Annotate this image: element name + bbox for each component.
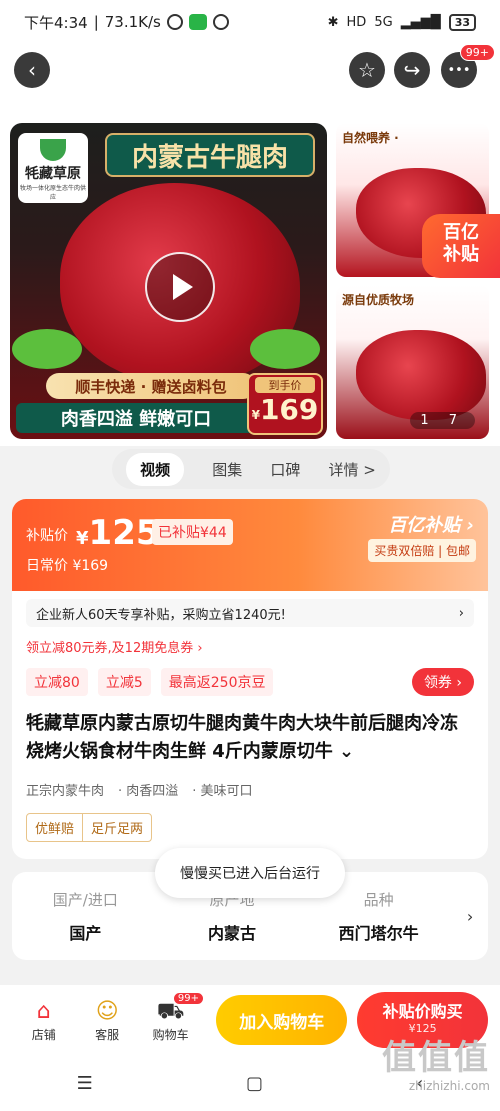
brand-name: 牦藏草原 xyxy=(25,166,81,182)
tab-reviews[interactable]: 口碑 xyxy=(270,459,300,480)
signal-label: 5G xyxy=(374,14,393,30)
battery-icon: 33 xyxy=(448,13,476,31)
tab-gallery[interactable]: 图集 xyxy=(212,459,242,480)
attribute-value: 国产 xyxy=(69,923,102,943)
favorite-button[interactable]: ☆ xyxy=(349,52,385,88)
toast-message: 慢慢买已进入后台运行 xyxy=(155,848,345,898)
product-tags: 正宗内蒙牛肉 · 肉香四溢 · 美味可口 xyxy=(26,780,474,799)
price-card: 补贴价 ¥125 已补贴¥44 日常价 ¥169 百亿补贴 › 买贵双倍赔 | … xyxy=(12,499,488,859)
thumbnail-image-2[interactable]: 源自优质牧场 1 7 xyxy=(336,285,489,439)
watermark: 值值值 zhizhizhi.com xyxy=(382,1038,490,1093)
chevron-right-icon: › xyxy=(458,605,464,621)
customer-service-button[interactable]: ☺ 客服 xyxy=(75,998,138,1043)
store-button[interactable]: ⌂ 店铺 xyxy=(12,998,75,1043)
top-nav: ‹ ☆ ↪ ••• 99+ xyxy=(0,44,500,114)
image-price-tag: 到手价 ¥169 xyxy=(247,373,323,435)
subsidy-price-header: 补贴价 ¥125 已补贴¥44 日常价 ¥169 百亿补贴 › 买贵双倍赔 | … xyxy=(12,499,488,591)
subsidy-amount-badge: 已补贴¥44 xyxy=(152,519,233,545)
brand-logo: 牦藏草原 牧场一体化原生态牛肉供应 xyxy=(18,133,88,203)
cart-badge: 99+ xyxy=(172,991,204,1005)
product-tag: · 肉香四溢 xyxy=(118,784,179,799)
attribute-item: 国产/进口 国产 xyxy=(12,889,159,944)
image-counter: 1 7 xyxy=(410,412,475,429)
price-tag-currency: ¥ xyxy=(251,408,260,422)
guarantee-badge: 买贵双倍赔 | 包邮 xyxy=(368,539,476,562)
play-video-button[interactable] xyxy=(145,252,215,322)
assurance-badge: 优鲜赔 xyxy=(35,822,75,837)
beef-image xyxy=(356,330,486,420)
subsidy-price: ¥125 xyxy=(76,513,160,553)
product-tag: 正宗内蒙牛肉 xyxy=(26,784,105,799)
get-coupon-button[interactable]: 领券 › xyxy=(411,668,474,696)
attribute-value: 内蒙古 xyxy=(208,923,257,943)
attribute-key: 国产/进口 xyxy=(52,890,118,909)
cart-button[interactable]: ⛟ 99+ 购物车 xyxy=(139,991,204,1043)
store-icon: ⌂ xyxy=(36,998,51,1024)
signal-icon: ▂▄▆█ xyxy=(400,14,441,30)
status-bar: 下午4:34 | 73.1K/s ✱ HD 5G ▂▄▆█ 33 xyxy=(0,0,500,44)
shipping-ribbon: 顺丰快递 · 赠送卤料包 xyxy=(46,373,256,399)
share-icon: ↪ xyxy=(403,58,421,82)
tab-video[interactable]: 视频 xyxy=(126,452,185,486)
network-speed: 73.1K/s xyxy=(104,13,161,31)
billion-subsidy-badge[interactable]: 百亿 补贴 xyxy=(422,214,500,278)
brand-mark-icon xyxy=(40,139,66,161)
product-tag: · 美味可口 xyxy=(192,784,253,799)
share-button[interactable]: ↪ xyxy=(394,52,430,88)
tab-details[interactable]: 详情 > xyxy=(329,459,376,480)
image-banner: 内蒙古牛腿肉 xyxy=(105,133,315,177)
subsidy-label: 补贴价 xyxy=(26,528,68,544)
coupon-chip: 最高返250京豆 xyxy=(160,668,274,696)
chevron-right-icon[interactable]: › xyxy=(452,907,488,926)
hd-icon: HD xyxy=(346,14,367,30)
price-tag-value: 169 xyxy=(259,393,319,426)
thumbnail-caption: 源自优质牧场 xyxy=(342,293,415,307)
menu-icon[interactable]: ☰ xyxy=(77,1073,93,1094)
star-icon: ☆ xyxy=(358,58,376,82)
coupon-chip: 立减80 xyxy=(26,668,88,696)
thumbnail-caption: 自然喂养 · xyxy=(342,131,399,145)
service-label: 客服 xyxy=(95,1027,120,1042)
attribute-value: 西门塔尔牛 xyxy=(338,923,419,943)
product-gallery: 牦藏草原 牧场一体化原生态牛肉供应 内蒙古牛腿肉 顺丰快递 · 赠送卤料包 肉香… xyxy=(0,114,500,446)
cart-label: 购物车 xyxy=(152,1027,189,1042)
lettuce-image xyxy=(250,329,320,369)
more-icon: ••• xyxy=(447,62,471,78)
back-icon: ‹ xyxy=(28,58,36,82)
billion-subsidy-logo[interactable]: 百亿补贴 › xyxy=(388,511,474,537)
coupon-line[interactable]: 领立减80元券,及12期免息券 › xyxy=(26,637,474,656)
buy-now-label: 补贴价购买 xyxy=(382,1002,463,1021)
enterprise-notice[interactable]: 企业新人60天专享补贴，采购立省1240元! › xyxy=(26,599,474,627)
back-button[interactable]: ‹ xyxy=(14,52,50,88)
add-to-cart-button[interactable]: 加入购物车 xyxy=(216,995,348,1045)
coupon-chip: 立减5 xyxy=(97,668,151,696)
more-button[interactable]: ••• 99+ xyxy=(441,44,495,88)
brand-tagline: 牧场一体化原生态牛肉供应 xyxy=(19,185,86,201)
notice-text: 企业新人60天专享补贴，采购立省1240元! xyxy=(36,607,286,623)
bluetooth-icon: ✱ xyxy=(327,14,339,30)
lettuce-image xyxy=(12,329,82,369)
assurance-badges[interactable]: 优鲜赔 足斤足两 xyxy=(26,813,153,842)
status-time: 下午4:34 xyxy=(24,13,88,32)
assurance-badge: 足斤足两 xyxy=(82,814,151,841)
store-label: 店铺 xyxy=(31,1027,56,1042)
price-tag-label: 到手价 xyxy=(255,377,315,393)
chat-icon: ☺ xyxy=(95,998,119,1024)
home-icon[interactable]: ▢ xyxy=(246,1073,263,1094)
image-slogan: 肉香四溢 鲜嫩可口 xyxy=(16,403,256,433)
content-tabs: 视频 图集 口碑 详情 > xyxy=(112,449,390,489)
wechat-icon xyxy=(188,14,207,30)
more-badge: 99+ xyxy=(459,44,495,61)
coupon-chips: 立减80 立减5 最高返250京豆 领券 › xyxy=(26,668,474,696)
alarm-icon xyxy=(166,14,183,30)
main-product-image[interactable]: 牦藏草原 牧场一体化原生态牛肉供应 内蒙古牛腿肉 顺丰快递 · 赠送卤料包 肉香… xyxy=(10,123,327,439)
notification-icon xyxy=(212,14,229,30)
product-title[interactable]: 牦藏草原内蒙古原切牛腿肉黄牛肉大块牛前后腿肉冷冻烧烤火锅食材牛肉生鲜 4斤内蒙原… xyxy=(26,710,474,766)
daily-price: 日常价 ¥169 xyxy=(26,558,109,574)
